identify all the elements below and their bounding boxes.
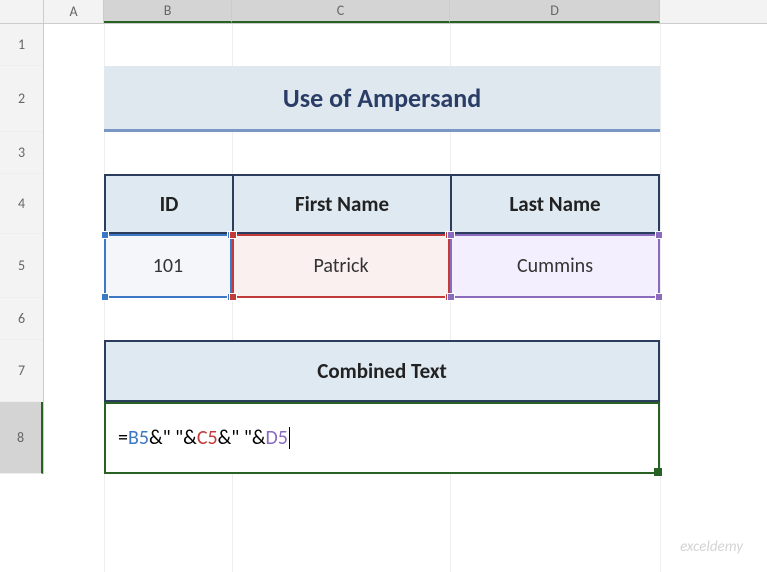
row-header-col: 1 2 3 4 5 6 7 8 bbox=[0, 24, 44, 474]
formula-ref-b5: B5 bbox=[128, 426, 149, 450]
col-header-d[interactable]: D bbox=[450, 0, 660, 23]
cell-b8-active[interactable]: =B5&" "&C5&" "&D5 bbox=[104, 402, 660, 474]
title-cell[interactable]: Use of Ampersand bbox=[104, 66, 660, 132]
formula-ref-d5: D5 bbox=[265, 426, 287, 450]
cell-b5[interactable]: 101 bbox=[104, 234, 232, 298]
row-header-6[interactable]: 6 bbox=[0, 298, 43, 340]
header-first-name[interactable]: First Name bbox=[232, 174, 450, 234]
cell-c5-value: Patrick bbox=[313, 254, 368, 278]
row-header-2[interactable]: 2 bbox=[0, 66, 43, 132]
row-header-8[interactable]: 8 bbox=[0, 402, 43, 474]
selection-handle[interactable] bbox=[229, 231, 237, 239]
combined-header-cell[interactable]: Combined Text bbox=[104, 340, 660, 402]
table-header-row: ID First Name Last Name bbox=[104, 174, 660, 234]
cell-d5-value: Cummins bbox=[517, 254, 593, 278]
cell-b5-value: 101 bbox=[153, 254, 183, 278]
selection-handle[interactable] bbox=[229, 293, 237, 301]
col-header-c[interactable]: C bbox=[232, 0, 450, 23]
cell-c5[interactable]: Patrick bbox=[232, 234, 450, 298]
selection-handle[interactable] bbox=[655, 293, 663, 301]
formula-eq: = bbox=[118, 426, 128, 450]
select-all-corner[interactable] bbox=[0, 0, 44, 23]
row-header-5[interactable]: 5 bbox=[0, 234, 43, 298]
row-header-7[interactable]: 7 bbox=[0, 340, 43, 402]
selection-handle[interactable] bbox=[101, 231, 109, 239]
selection-handle[interactable] bbox=[447, 293, 455, 301]
grid-area: Use of Ampersand ID First Name Last Name… bbox=[44, 24, 764, 572]
col-header-a[interactable]: A bbox=[44, 0, 104, 23]
formula-amp-2: &" "& bbox=[218, 426, 266, 450]
watermark: exceldemy bbox=[680, 538, 743, 556]
cell-d5[interactable]: Cummins bbox=[450, 234, 660, 298]
selection-handle[interactable] bbox=[447, 231, 455, 239]
row-header-1[interactable]: 1 bbox=[0, 24, 43, 66]
selection-handle[interactable] bbox=[101, 293, 109, 301]
text-cursor bbox=[289, 427, 290, 449]
formula-amp-1: &" "& bbox=[149, 426, 197, 450]
selection-handle[interactable] bbox=[655, 231, 663, 239]
header-last-name[interactable]: Last Name bbox=[450, 174, 660, 234]
spreadsheet: A B C D 1 2 3 4 5 6 7 8 Use of Ampersand… bbox=[0, 0, 767, 572]
row-header-3[interactable]: 3 bbox=[0, 132, 43, 174]
header-id[interactable]: ID bbox=[104, 174, 232, 234]
data-row: 101 Patrick Cummins bbox=[104, 234, 660, 298]
fill-handle[interactable] bbox=[654, 468, 662, 476]
col-header-b[interactable]: B bbox=[104, 0, 232, 23]
row-header-4[interactable]: 4 bbox=[0, 174, 43, 234]
column-header-row: A B C D bbox=[0, 0, 767, 24]
formula-ref-c5: C5 bbox=[197, 426, 218, 450]
